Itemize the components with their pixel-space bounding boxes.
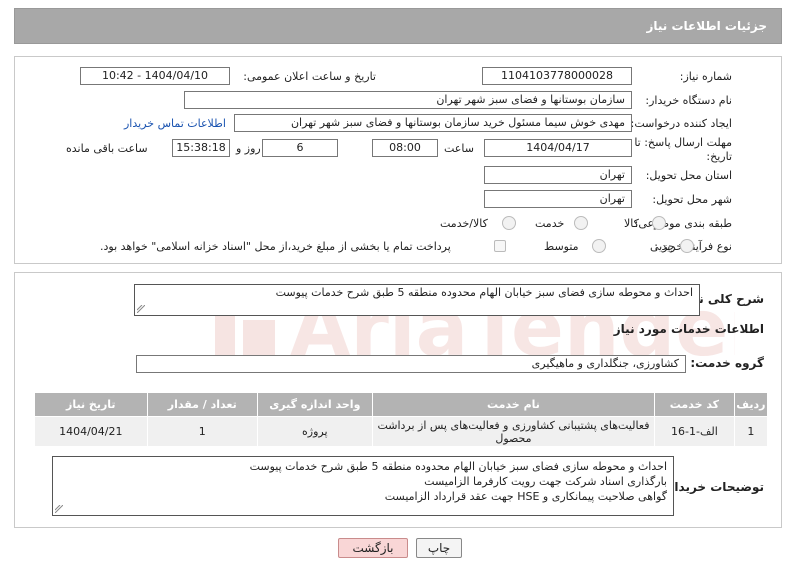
- cell-qty: 1: [146, 416, 258, 447]
- remaining-time-field: 15:38:18: [172, 139, 230, 157]
- buyer-notes-line-3: گواهی صلاحیت پیمانکاری و HSE جهت عقد قرا…: [384, 490, 667, 503]
- purchase-radio-medium[interactable]: [592, 239, 606, 253]
- buyer-notes-line-2: بارگذاری اسناد شرکت جهت رویت کارفرما الز…: [424, 475, 667, 488]
- page-title: جزئیات اطلاعات نیاز: [646, 19, 767, 33]
- col-header-row: ردیف: [733, 392, 769, 417]
- category-radio-goods[interactable]: [652, 216, 666, 230]
- cell-row: 1: [733, 416, 769, 447]
- col-header-date: تاریخ نیاز: [34, 392, 148, 417]
- city-field: تهران: [484, 190, 632, 208]
- announce-datetime-field: 1404/04/10 - 10:42: [80, 67, 230, 85]
- buyer-contact-link[interactable]: اطلاعات تماس خریدار: [124, 117, 226, 130]
- category-option-service: خدمت: [535, 217, 565, 230]
- buyer-notes-line-1: احداث و محوطه سازی فضای سبز خیابان الهام…: [249, 460, 667, 473]
- creator-field: مهدی خوش سیما مسئول خرید سازمان بوستانها…: [234, 114, 632, 132]
- resize-handle-icon[interactable]: [55, 505, 63, 513]
- description-text: احداث و محوطه سازی فضای سبز خیابان الهام…: [275, 286, 693, 299]
- need-number-label: شماره نیاز:: [679, 70, 732, 83]
- col-header-qty: تعداد / مقدار: [146, 392, 258, 417]
- days-field: 6: [262, 139, 338, 157]
- buyer-org-label: نام دستگاه خریدار:: [645, 94, 732, 107]
- category-option-goods: کالا: [624, 217, 639, 230]
- buyer-notes-label: توضیحات خریدار:: [662, 480, 764, 494]
- header-panel: جزئیات اطلاعات نیاز: [14, 8, 782, 44]
- col-header-unit: واحد اندازه گیری: [256, 392, 373, 417]
- treasury-note: پرداخت تمام یا بخشی از مبلغ خرید،از محل …: [100, 240, 451, 253]
- purchase-option-minor: جزیی: [650, 240, 676, 253]
- deadline-label: مهلت ارسال پاسخ: تا: [634, 136, 732, 149]
- service-group-label: گروه خدمت:: [690, 356, 764, 370]
- purchase-option-medium: متوسط: [544, 240, 579, 253]
- service-group-field: کشاورزی، جنگلداری و ماهیگیری: [136, 355, 686, 373]
- cell-name: فعالیت‌های پشتیبانی کشاورزی و فعالیت‌های…: [371, 416, 656, 447]
- treasury-checkbox[interactable]: [494, 240, 506, 252]
- cell-date: 1404/04/21: [34, 416, 148, 447]
- category-radio-both[interactable]: [502, 216, 516, 230]
- table-header-row: ردیف کد خدمت نام خدمت واحد اندازه گیری ت…: [34, 392, 769, 417]
- announce-datetime-label: تاریخ و ساعت اعلان عمومی:: [243, 70, 376, 83]
- deadline-date-field: 1404/04/17: [484, 139, 632, 157]
- category-radio-service[interactable]: [574, 216, 588, 230]
- col-header-code: کد خدمت: [654, 392, 735, 417]
- services-section-title: اطلاعات خدمات مورد نیاز: [613, 322, 764, 336]
- back-button[interactable]: بازگشت: [338, 538, 408, 558]
- need-info-box: [14, 56, 782, 264]
- days-label: روز و: [236, 142, 261, 155]
- col-header-name: نام خدمت: [371, 392, 656, 417]
- deadline-time-field: 08:00: [372, 139, 438, 157]
- purchase-radio-minor[interactable]: [680, 239, 694, 253]
- resize-handle-icon[interactable]: [137, 305, 145, 313]
- cell-unit: پروژه: [256, 416, 373, 447]
- buyer-notes-textarea[interactable]: احداث و محوطه سازی فضای سبز خیابان الهام…: [52, 456, 674, 516]
- need-number-field: 1104103778000028: [482, 67, 632, 85]
- category-option-both: کالا/خدمت: [440, 217, 488, 230]
- description-textarea[interactable]: احداث و محوطه سازی فضای سبز خیابان الهام…: [134, 284, 700, 316]
- print-button[interactable]: چاپ: [416, 538, 462, 558]
- deadline-label-date: تاریخ:: [706, 150, 732, 163]
- buyer-org-field: سازمان بوستانها و فضای سبز شهر تهران: [184, 91, 632, 109]
- province-label: استان محل تحویل:: [645, 169, 732, 182]
- deadline-time-label: ساعت: [444, 142, 474, 155]
- services-table: ردیف کد خدمت نام خدمت واحد اندازه گیری ت…: [34, 392, 769, 447]
- province-field: تهران: [484, 166, 632, 184]
- category-label: طبقه بندی موضوعی:: [634, 217, 732, 230]
- remaining-label: ساعت باقی مانده: [66, 142, 148, 155]
- city-label: شهر محل تحویل:: [652, 193, 732, 206]
- table-row: 1 الف-1-16 فعالیت‌های پشتیبانی کشاورزی و…: [34, 416, 769, 447]
- creator-label: ایجاد کننده درخواست:: [630, 117, 732, 130]
- cell-code: الف-1-16: [654, 416, 735, 447]
